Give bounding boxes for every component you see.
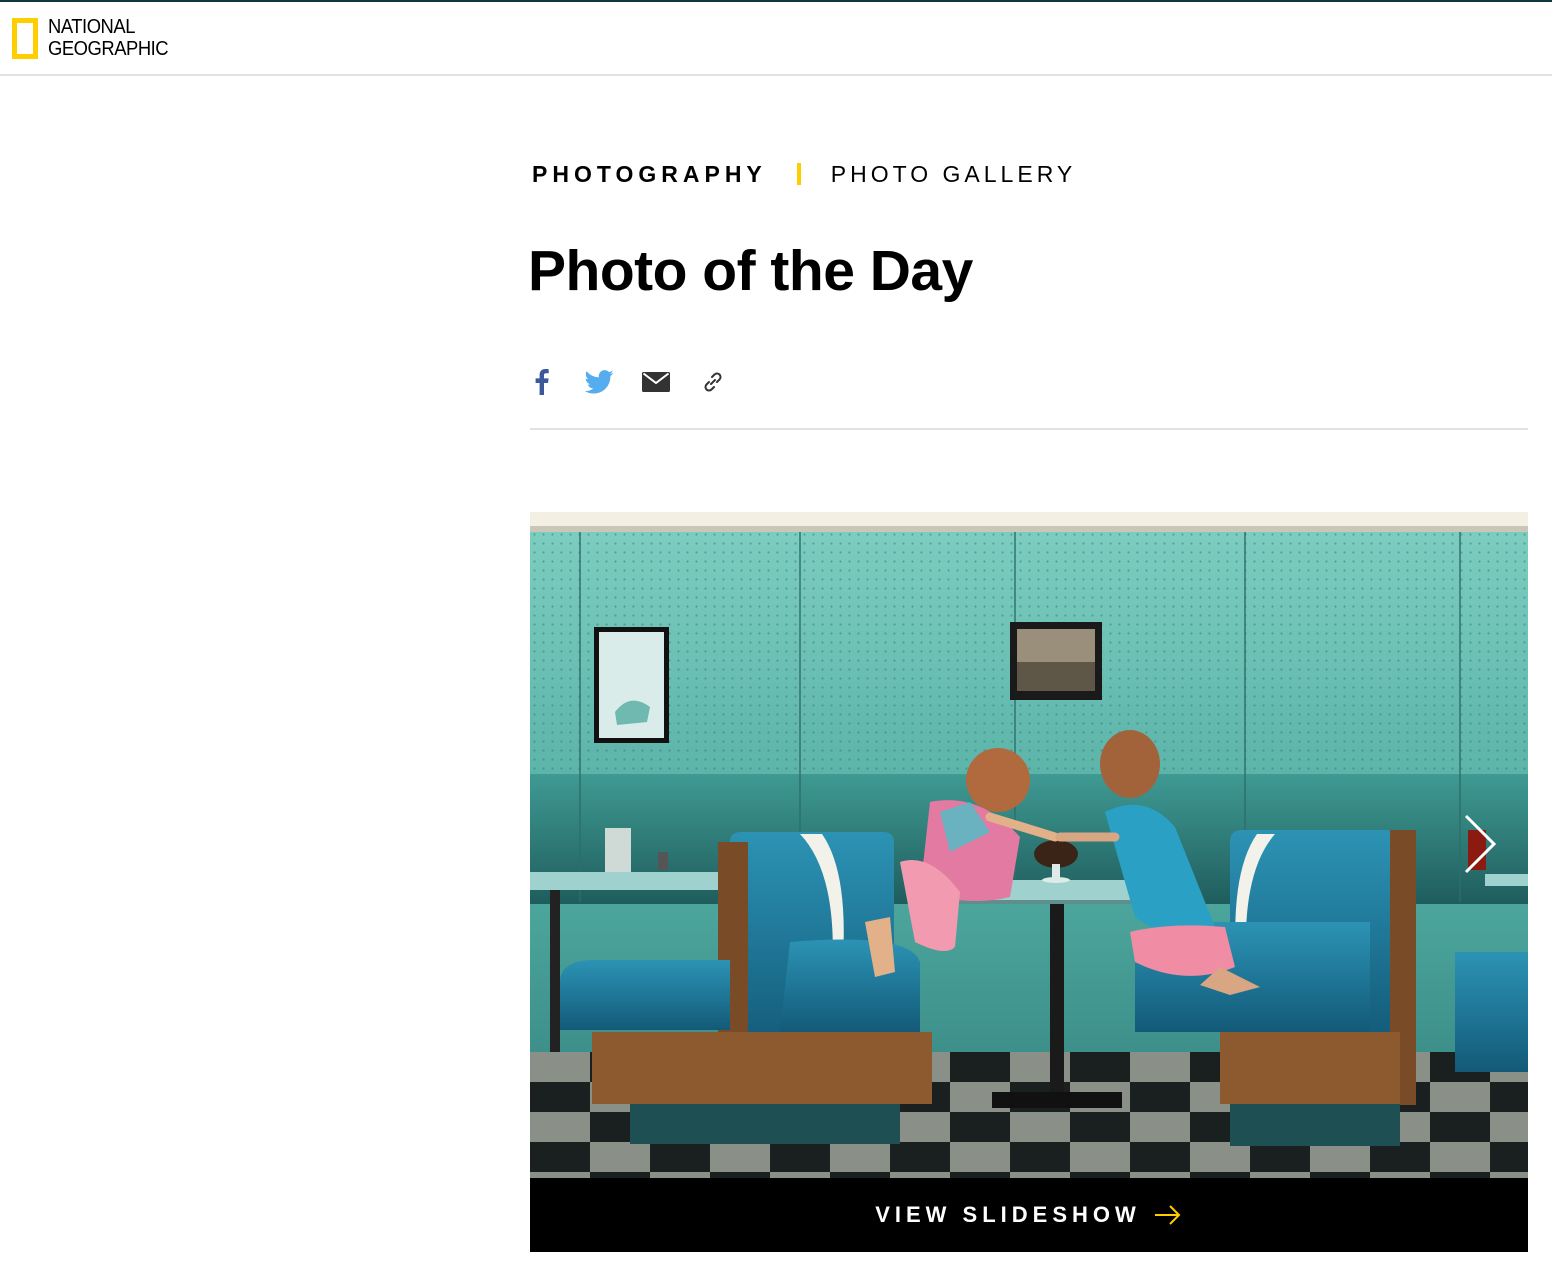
gallery-lead-image[interactable]: VIEW SLIDESHOW [530,512,1528,1252]
share-divider [530,428,1528,430]
logo-wordmark: NATIONAL GEOGRAPHIC [48,16,169,60]
logo-yellow-frame-icon [12,17,38,59]
logo-line-2: GEOGRAPHIC [48,38,169,60]
twitter-icon [584,370,614,394]
chevron-right-icon [1464,814,1497,874]
share-facebook-button[interactable] [526,366,558,398]
share-twitter-button[interactable] [583,366,615,398]
breadcrumb-photography[interactable]: PHOTOGRAPHY [532,161,767,188]
arrow-right-icon [1153,1204,1183,1226]
natgeo-logo[interactable]: NATIONAL GEOGRAPHIC [12,14,179,62]
share-copy-link-button[interactable] [697,366,729,398]
link-icon [704,372,722,392]
breadcrumb-photo-gallery: PHOTO GALLERY [830,160,1077,187]
share-bar [526,366,754,398]
breadcrumb-separator [796,163,801,185]
share-email-button[interactable] [640,366,672,398]
page-title: Photo of the Day [528,239,973,303]
logo-line-1: NATIONAL [48,16,135,38]
email-icon [642,372,670,392]
diner-photo [530,512,1528,1178]
next-slide-button[interactable] [1460,812,1500,876]
facebook-icon [535,369,549,395]
view-slideshow-button[interactable]: VIEW SLIDESHOW [530,1178,1528,1252]
site-header: NATIONAL GEOGRAPHIC [0,2,1552,76]
view-slideshow-label: VIEW SLIDESHOW [875,1202,1141,1227]
breadcrumb: PHOTOGRAPHY PHOTO GALLERY [532,158,1076,190]
